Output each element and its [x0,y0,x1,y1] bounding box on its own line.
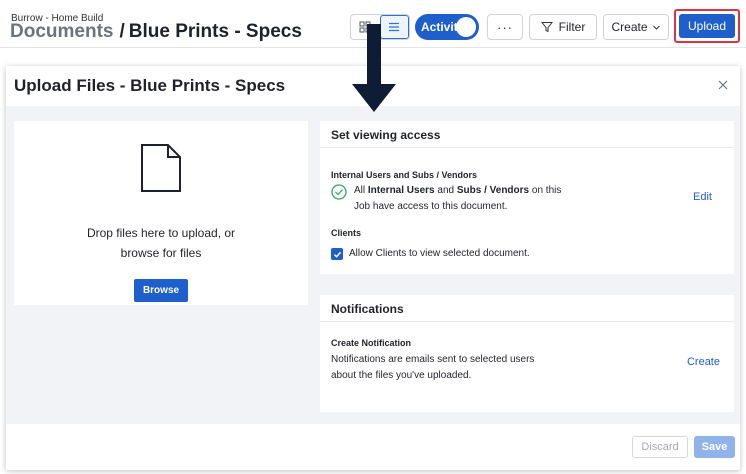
file-icon [141,144,181,192]
upload-button-highlight: Upload [674,9,740,43]
more-options-button[interactable]: ··· [487,14,523,40]
notifications-panel: Notifications Create Notification Notifi… [320,295,734,412]
modal-title: Upload Files - Blue Prints - Specs [14,76,286,95]
filter-label: Filter [558,20,586,34]
internal-text-pre: All [354,185,368,196]
internal-text-mid: and [434,185,457,196]
modal-body: Drop files here to upload, or browse for… [6,106,740,424]
checkbox-check-icon [333,251,341,258]
check-circle-icon [331,184,347,200]
down-arrow-annotation [352,24,396,112]
clients-heading: Clients [331,228,362,238]
internal-text-line2: Job have access to this document. [354,201,508,212]
filter-button[interactable]: Filter [529,14,597,40]
close-icon[interactable] [716,78,730,92]
toggle-knob [456,17,476,37]
notifications-text-line2: about the files you've uploaded. [331,370,472,381]
viewing-access-panel: Set viewing access Internal Users and Su… [320,121,734,274]
activity-toggle[interactable]: Activity [415,14,479,40]
allow-clients-checkbox[interactable] [331,248,343,260]
internal-access-text: All Internal Users and Subs / Vendors on… [354,183,561,215]
internal-text-bold-2: Subs / Vendors [456,185,530,196]
internal-users-heading: Internal Users and Subs / Vendors [331,170,478,180]
modal-footer: Discard Save [6,424,740,470]
save-button[interactable]: Save [694,436,735,458]
notifications-heading: Notifications [320,295,734,322]
file-drop-zone[interactable]: Drop files here to upload, or browse for… [14,121,308,305]
breadcrumb-documents-link[interactable]: Documents [10,21,113,42]
create-notification-link[interactable]: Create [687,356,720,368]
upload-files-modal: Upload Files - Blue Prints - Specs Drop … [6,66,740,470]
notifications-description: Notifications are emails sent to selecte… [331,352,534,384]
drop-text-line2: browse for files [120,246,202,260]
create-label: Create [611,20,648,34]
edit-access-link[interactable]: Edit [693,191,712,203]
create-dropdown-button[interactable]: Create [603,14,669,40]
folder-title: Blue Prints - Specs [128,21,302,42]
upload-button[interactable]: Upload [679,14,735,38]
filter-icon [540,22,553,33]
create-notification-heading: Create Notification [331,338,412,348]
chevron-down-icon [652,25,660,30]
page-title: Documents / Blue Prints - Specs [10,21,302,43]
browse-button[interactable]: Browse [134,279,188,302]
allow-clients-label[interactable]: Allow Clients to view selected document. [349,246,530,262]
internal-text-bold-1: Internal Users [367,185,435,196]
internal-text-post: on this [529,185,562,196]
drop-text-line1: Drop files here to upload, or [86,226,236,240]
drop-instructions: Drop files here to upload, or browse for… [14,223,308,263]
breadcrumb-separator: / [119,21,125,42]
discard-button[interactable]: Discard [632,436,688,458]
notifications-text-line1: Notifications are emails sent to selecte… [331,354,535,365]
viewing-access-heading: Set viewing access [320,121,734,148]
